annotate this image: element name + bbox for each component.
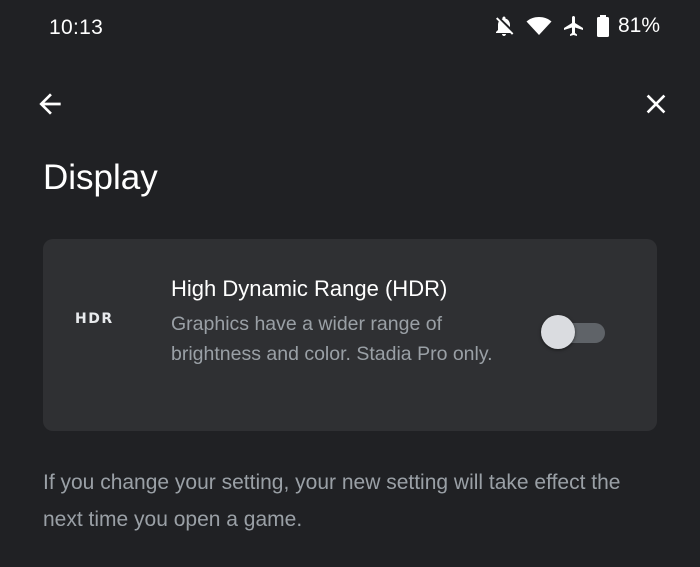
- hdr-toggle[interactable]: [541, 315, 607, 349]
- hdr-icon: HDR: [75, 311, 114, 327]
- status-icons: 81%: [492, 14, 660, 38]
- setting-title: High Dynamic Range (HDR): [171, 276, 448, 301]
- status-bar: 10:13 81%: [0, 0, 700, 58]
- battery-icon: [596, 14, 610, 38]
- status-time: 10:13: [49, 16, 104, 39]
- close-button[interactable]: [634, 82, 678, 126]
- back-button[interactable]: [28, 82, 72, 126]
- battery-percent: 81%: [617, 14, 660, 37]
- hdr-setting-card[interactable]: HDR High Dynamic Range (HDR) Graphics ha…: [43, 239, 657, 431]
- airplane-mode-icon: [562, 14, 586, 38]
- notifications-off-icon: [492, 14, 516, 38]
- page-title: Display: [43, 158, 158, 197]
- close-icon: [646, 94, 666, 114]
- settings-screen: 10:13 81% Display HDR High Dynamic Range…: [0, 0, 700, 567]
- wifi-icon: [526, 14, 552, 38]
- setting-description: Graphics have a wider range of brightnes…: [171, 313, 493, 365]
- toggle-thumb: [541, 315, 575, 349]
- settings-footnote: If you change your setting, your new set…: [43, 471, 621, 531]
- arrow-back-icon: [39, 93, 61, 115]
